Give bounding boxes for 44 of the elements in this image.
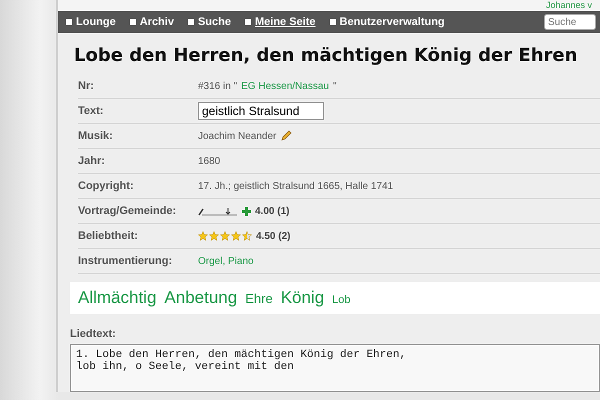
tag-link[interactable]: Allmächtig: [78, 288, 156, 308]
lyrics-line: 1. Lobe den Herren, den mächtigen König der Ehren,: [76, 349, 408, 361]
field-label: Nr:: [78, 80, 95, 92]
nav-link[interactable]: Suche: [188, 16, 231, 28]
star-icon: [209, 231, 219, 241]
field-label: Text:: [78, 105, 104, 117]
nav-link[interactable]: Benutzerverwaltung: [330, 16, 445, 28]
field-label: Vortrag/Gemeinde:: [78, 205, 178, 217]
field-value: 17. Jh.; geistlich Stralsund 1665, Halle 1741: [198, 180, 394, 192]
vote-slider-drawing[interactable]: [198, 206, 238, 216]
lyrics-box[interactable]: 1. Lobe den Herren, den mächtigen König der Ehren, lob ihn, o Seele, vereint mit den: [70, 344, 600, 392]
rating-value: 4.50 (2): [256, 230, 290, 242]
pencil-icon[interactable]: [280, 130, 292, 142]
field-label: Beliebtheit:: [78, 230, 139, 242]
page-title: Lobe den Herren, den mächtigen König der Ehren: [74, 45, 578, 66]
field-label: Jahr:: [78, 155, 106, 167]
text-input-field[interactable]: geistlich Stralsund: [198, 102, 324, 120]
composer-text: Joachim Neander: [198, 130, 276, 142]
plus-icon[interactable]: [242, 206, 251, 216]
field-label: Instrumentierung:: [78, 255, 174, 267]
number-text: #316 in ": [198, 80, 238, 92]
quote-text: ": [332, 80, 337, 92]
star-icon: [231, 231, 241, 241]
user-name[interactable]: Johannes v: [546, 0, 592, 11]
nav-link[interactable]: Archiv: [130, 16, 174, 28]
star-icon: [198, 231, 208, 241]
tag-link[interactable]: Ehre: [245, 291, 273, 306]
lyrics-label: Liedtext:: [70, 328, 117, 340]
star-icon: [242, 231, 252, 241]
tag-link[interactable]: König: [280, 288, 324, 308]
rating-value: 4.00 (1): [255, 206, 290, 216]
field-value: 1680: [198, 156, 222, 166]
tag-link[interactable]: Anbetung: [164, 288, 238, 308]
tag-link[interactable]: Lob: [332, 294, 351, 306]
lyrics-line: lob ihn, o Seele, vereint mit den: [76, 361, 295, 373]
star-rating[interactable]: [198, 231, 252, 241]
nav-link[interactable]: Meine Seite: [244, 16, 316, 28]
field-label: Musik:: [78, 130, 114, 142]
hymnal-link[interactable]: EG Hessen/Nassau: [241, 80, 329, 92]
field-label: Copyright:: [78, 180, 135, 192]
search-field[interactable]: Suche: [544, 14, 596, 30]
star-icon: [220, 231, 230, 241]
nav-link[interactable]: Lounge: [66, 16, 116, 28]
instruments-link[interactable]: Orgel, Piano: [198, 256, 254, 266]
